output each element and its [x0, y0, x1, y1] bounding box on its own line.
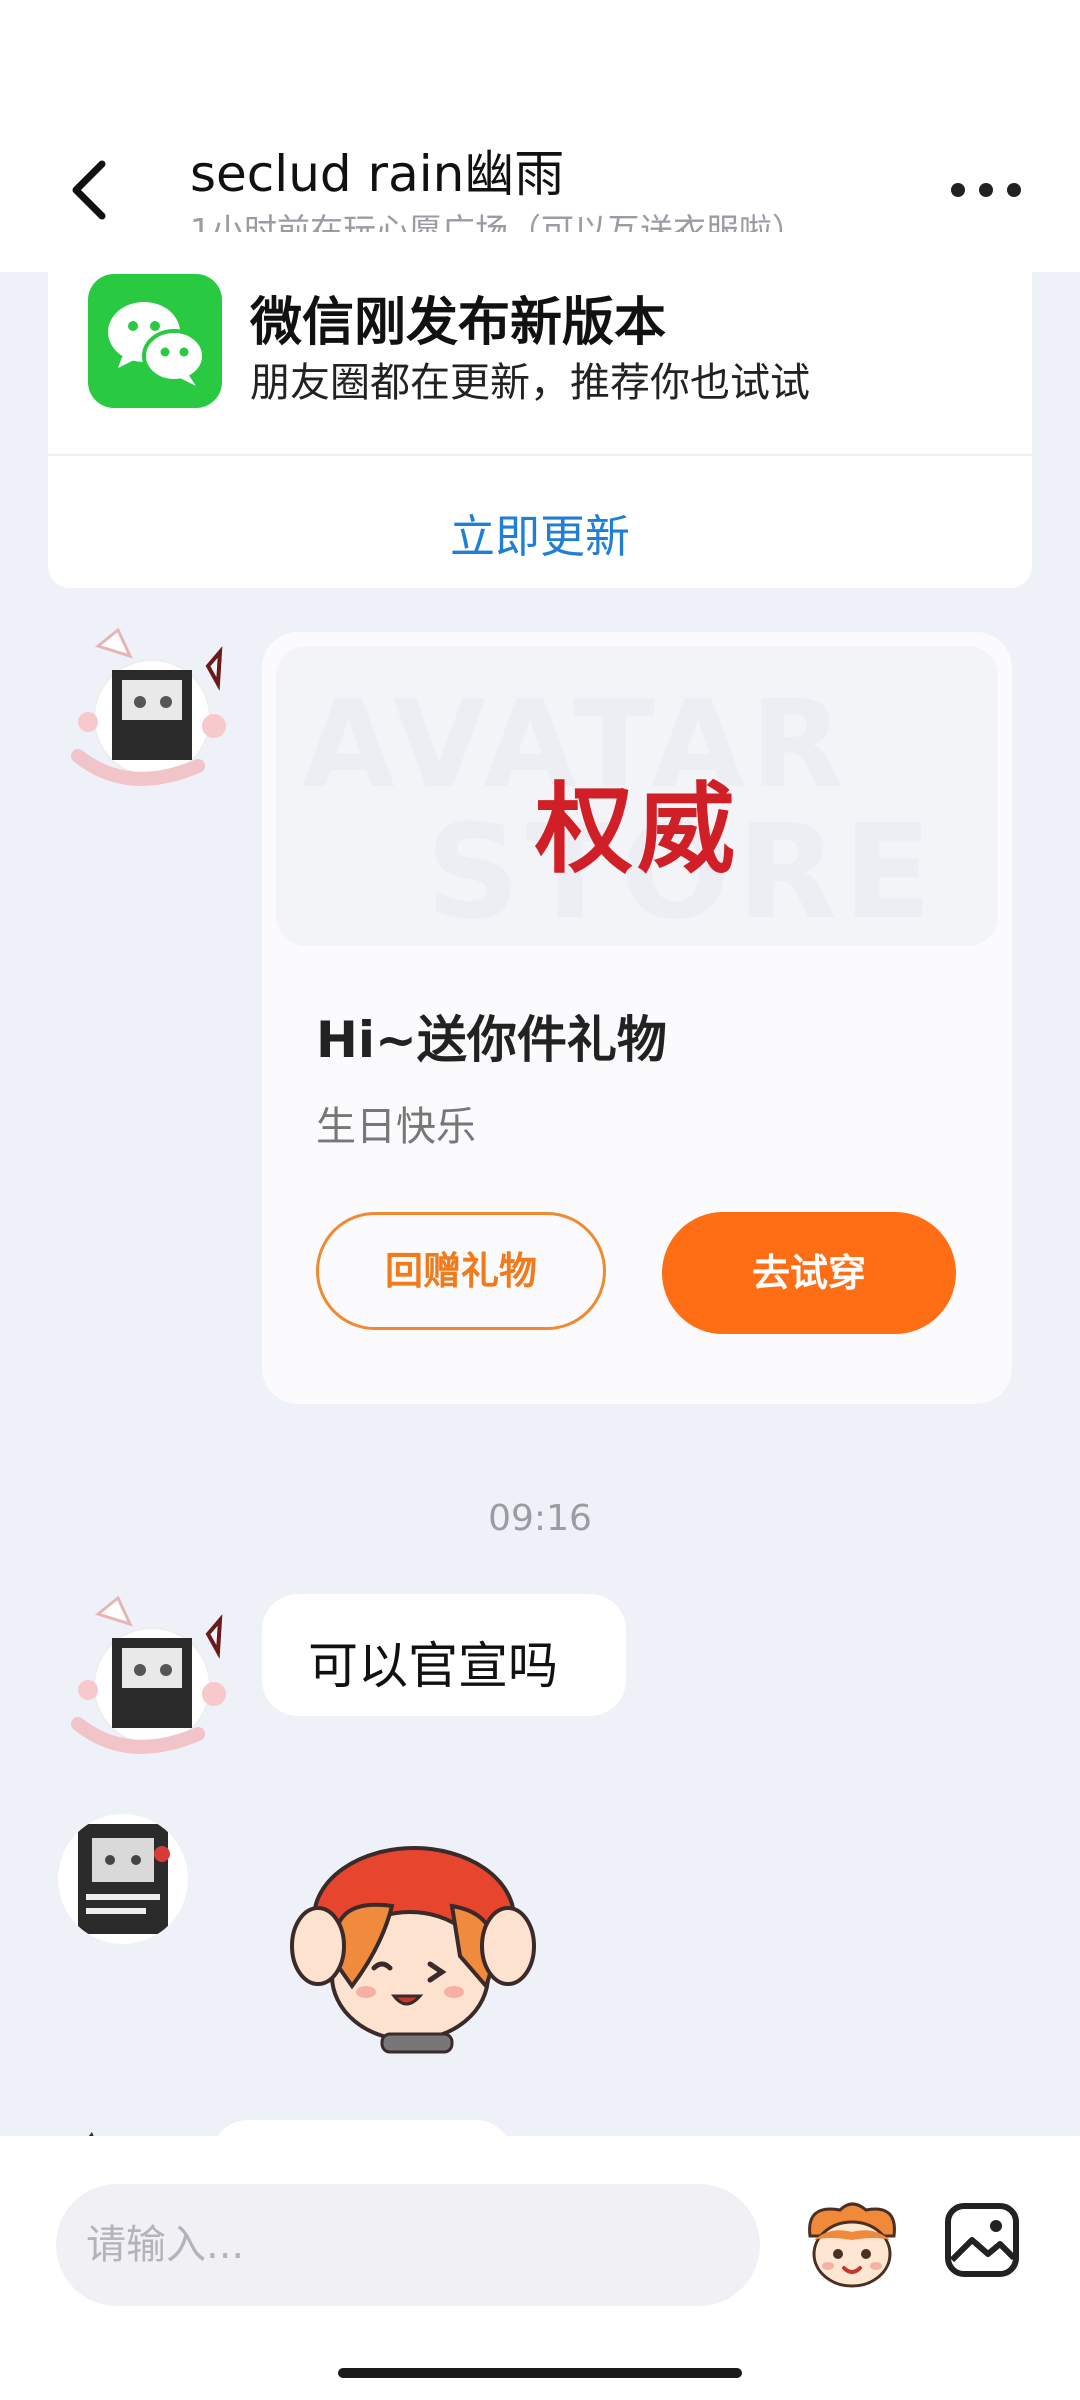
more-dots-icon	[951, 183, 1021, 197]
sender-avatar[interactable]	[68, 1594, 234, 1760]
update-now-button[interactable]: 立即更新	[48, 500, 1032, 565]
back-button[interactable]	[62, 150, 122, 230]
update-notice-card: 微信刚发布新版本 朋友圈都在更新，推荐你也试试 立即更新	[48, 272, 1032, 588]
update-title: 微信刚发布新版本	[250, 293, 667, 353]
message-input[interactable]: 请输入...	[56, 2184, 760, 2306]
sender-avatar[interactable]	[58, 1814, 188, 1944]
try-on-button[interactable]: 去试穿	[662, 1212, 956, 1334]
message-bubble[interactable]: 可以官宣吗	[262, 1594, 626, 1716]
image-icon	[945, 2203, 1019, 2277]
gift-title: Hi~送你件礼物	[316, 1011, 667, 1069]
gift-message-card[interactable]: AVATAR STORE 权威 Hi~送你件礼物 生日快乐 回赠礼物 去试穿	[262, 632, 1012, 1404]
message-timestamp: 09:16	[488, 1498, 592, 1539]
gift-name-text: 权威	[534, 772, 739, 887]
gift-subtitle: 生日快乐	[316, 1104, 476, 1150]
chat-status-subtitle: 1小时前在玩心愿广场（可以互送衣服啦）	[190, 200, 860, 232]
home-indicator[interactable]	[338, 2368, 742, 2378]
divider	[48, 454, 1032, 456]
message-text: 可以官宣吗	[308, 1637, 558, 1695]
sender-avatar[interactable]	[68, 626, 234, 792]
gift-image: AVATAR STORE 权威	[276, 646, 998, 946]
more-button[interactable]	[948, 170, 1024, 210]
message-input-bar: 请输入...	[0, 2136, 1080, 2400]
image-button[interactable]	[944, 2202, 1020, 2278]
status-text: 1小时前在玩心愿广场（可以互送衣服啦）	[190, 211, 805, 232]
return-gift-button[interactable]: 回赠礼物	[316, 1212, 606, 1330]
chat-title[interactable]: seclud rain幽雨	[190, 134, 564, 206]
chevron-left-icon	[72, 160, 106, 220]
chat-header: seclud rain幽雨 1小时前在玩心愿广场（可以互送衣服啦）	[0, 0, 1080, 272]
sticker-message[interactable]	[282, 1836, 542, 2056]
emoji-sticker-button[interactable]	[800, 2196, 904, 2296]
update-description: 朋友圈都在更新，推荐你也试试	[250, 360, 810, 406]
emoji-sticker-icon	[808, 2202, 896, 2288]
wechat-logo-icon	[88, 274, 222, 408]
